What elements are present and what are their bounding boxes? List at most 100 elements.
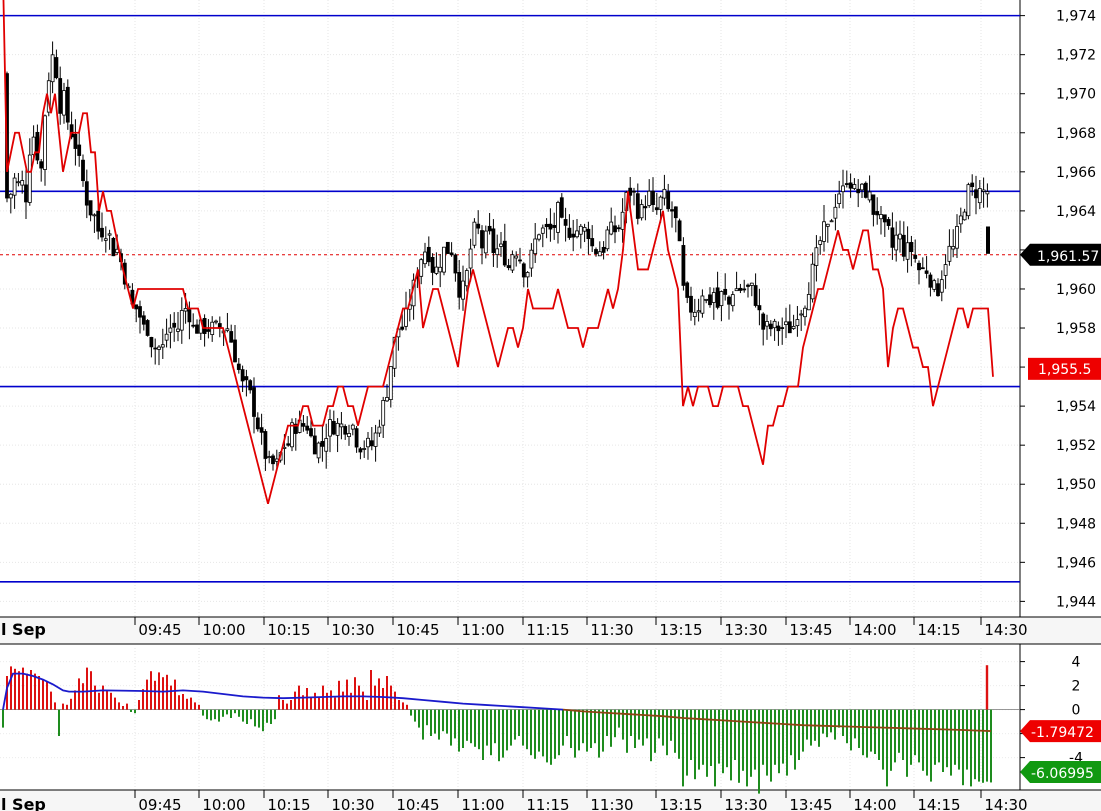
candle — [711, 292, 716, 303]
candle — [715, 287, 720, 308]
candle — [388, 366, 393, 400]
candle — [39, 161, 44, 169]
candle — [491, 228, 496, 254]
candle — [586, 228, 591, 240]
candle — [746, 284, 750, 287]
candle — [400, 326, 405, 330]
candle — [92, 214, 97, 217]
x-tick-label: 10:30 — [331, 621, 374, 639]
candle — [803, 307, 807, 318]
candle — [240, 369, 245, 382]
candle — [913, 254, 918, 259]
candle — [464, 270, 469, 287]
candle — [559, 197, 564, 218]
price-y-tick-label: 1,964 — [1056, 204, 1096, 220]
candle — [704, 298, 709, 301]
x-tick-label: 10:45 — [396, 796, 439, 811]
candle — [373, 432, 378, 447]
candle — [236, 363, 241, 370]
candle — [316, 442, 321, 459]
candle — [96, 210, 101, 232]
candle — [529, 249, 534, 269]
candle — [423, 251, 427, 265]
candle — [510, 254, 515, 271]
candle — [928, 274, 933, 288]
candle — [837, 193, 842, 204]
candle — [457, 271, 462, 298]
candle — [841, 185, 845, 193]
candle — [225, 328, 230, 331]
candle — [932, 280, 937, 290]
candle — [829, 220, 834, 223]
candle — [506, 265, 511, 269]
candle — [635, 193, 640, 219]
candle — [654, 207, 659, 211]
candle — [757, 305, 762, 311]
candle — [708, 294, 712, 306]
candle — [689, 295, 693, 313]
candle — [734, 288, 739, 292]
candle — [495, 248, 500, 256]
x-tick-label: 11:30 — [590, 796, 633, 811]
candle — [77, 144, 82, 156]
candle — [609, 221, 614, 235]
x-tick-label: 14:15 — [917, 796, 960, 811]
candle — [632, 190, 636, 193]
candle — [936, 283, 940, 297]
candle — [985, 191, 990, 195]
candle — [202, 318, 207, 334]
candle — [719, 291, 724, 307]
candle — [347, 433, 351, 437]
candle — [590, 238, 595, 247]
price-y-tick-label: 1,970 — [1056, 87, 1096, 103]
candle — [343, 426, 348, 435]
candle — [951, 246, 956, 250]
candle — [286, 443, 291, 446]
x-tick-label: 11:15 — [526, 621, 569, 639]
candle — [472, 221, 477, 246]
price-y-tick-label: 1,950 — [1056, 477, 1096, 493]
candle — [575, 230, 579, 238]
candle — [107, 233, 112, 236]
red-line-last-value: 1,955.5 — [1038, 362, 1091, 378]
candle — [643, 206, 648, 209]
candle — [54, 57, 59, 79]
candle — [738, 287, 743, 291]
candle — [966, 184, 971, 217]
x-tick-label: 14:00 — [853, 796, 896, 811]
candle — [605, 229, 610, 250]
candle — [556, 202, 560, 233]
candle — [252, 387, 256, 417]
candle — [229, 331, 234, 343]
candle — [58, 78, 63, 114]
candle — [81, 159, 85, 182]
candle — [8, 193, 13, 199]
candle — [974, 189, 978, 199]
candle — [787, 321, 792, 334]
candle — [658, 196, 663, 210]
candle — [111, 237, 116, 257]
candle — [882, 214, 887, 223]
price-y-tick-label: 1,960 — [1056, 282, 1096, 298]
candle — [434, 266, 439, 274]
candle — [723, 288, 728, 295]
candle — [594, 249, 598, 254]
candle — [358, 448, 363, 453]
candle — [518, 259, 522, 262]
candle — [962, 211, 967, 221]
candle — [905, 242, 910, 260]
histogram-value: -6.06995 — [1031, 766, 1094, 782]
candle — [160, 344, 165, 348]
candle — [799, 313, 804, 316]
candle — [818, 240, 823, 245]
candle — [331, 420, 336, 435]
candle — [134, 304, 139, 310]
candle — [616, 227, 621, 230]
candle — [267, 456, 272, 458]
candle — [381, 400, 386, 426]
candle — [426, 246, 431, 263]
candle — [662, 188, 667, 199]
candle — [84, 181, 89, 206]
candle — [468, 248, 473, 269]
candle — [548, 223, 553, 230]
